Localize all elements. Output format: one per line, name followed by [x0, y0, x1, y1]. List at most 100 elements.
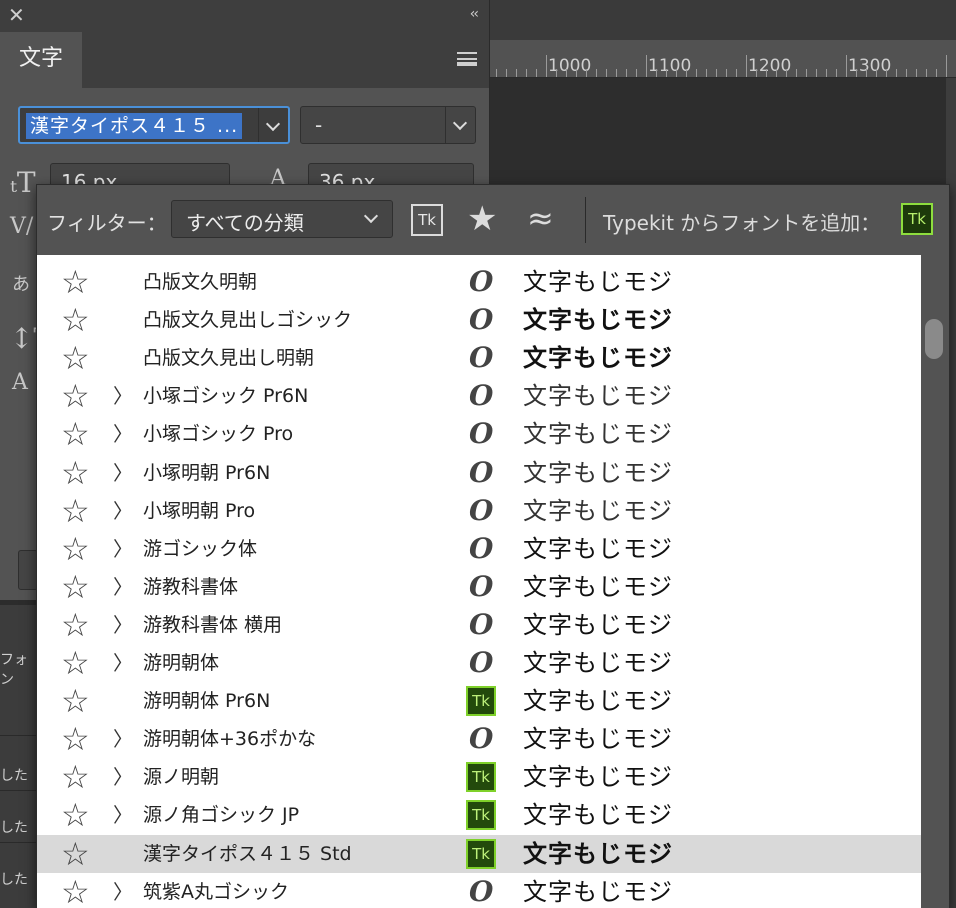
font-sample-text: 文字もじモジ: [523, 763, 673, 792]
favorite-star-icon[interactable]: ☆: [61, 682, 90, 720]
collapse-icon[interactable]: ‹‹: [470, 6, 479, 22]
classification-select[interactable]: すべての分類: [171, 200, 393, 238]
expand-chevron-icon[interactable]: 〉: [113, 568, 133, 606]
filter-label: フィルター：: [47, 211, 167, 235]
font-row[interactable]: ☆ 凸版文久見出しゴシック O 文字もじモジ: [37, 301, 921, 339]
font-row[interactable]: ☆ 〉小塚明朝 Pro O 文字もじモジ: [37, 492, 921, 530]
favorite-star-icon[interactable]: ☆: [61, 530, 90, 568]
font-sample-text: 文字もじモジ: [523, 725, 673, 754]
expand-chevron-icon[interactable]: 〉: [113, 644, 133, 682]
font-list: ☆ 凸版文久明朝 O 文字もじモジ ☆ 凸版文久見出しゴシック O 文字もじモジ ☆ 凸版文久見出…: [37, 255, 921, 908]
favorite-star-icon[interactable]: ☆: [61, 720, 90, 758]
expand-chevron-icon[interactable]: 〉: [113, 377, 133, 415]
lower-label: した: [0, 820, 28, 836]
font-row[interactable]: ☆ 〉源ノ明朝 Tk 文字もじモジ: [37, 758, 921, 796]
add-typekit-button[interactable]: Tk: [901, 203, 933, 235]
lower-panel: フォン した した した: [0, 605, 40, 908]
favorite-star-icon[interactable]: ☆: [61, 415, 90, 453]
font-family-select[interactable]: 漢字タイポス４１５ ...: [18, 106, 290, 144]
font-name: 小塚ゴシック Pro: [143, 423, 294, 446]
close-icon[interactable]: ✕: [8, 4, 25, 26]
font-row[interactable]: ☆ 〉游教科書体 O 文字もじモジ: [37, 568, 921, 606]
font-row[interactable]: ☆ 〉游明朝体 O 文字もじモジ: [37, 644, 921, 682]
favorite-star-icon[interactable]: ☆: [61, 339, 90, 377]
favorite-star-icon[interactable]: ☆: [61, 492, 90, 530]
favorite-star-icon[interactable]: ☆: [61, 568, 90, 606]
expand-chevron-icon[interactable]: 〉: [113, 492, 133, 530]
ruler-tick: [896, 69, 897, 77]
font-row[interactable]: ☆ 凸版文久明朝 O 文字もじモジ: [37, 263, 921, 301]
panel-menu-icon[interactable]: [457, 52, 477, 66]
favorite-star-icon[interactable]: ☆: [61, 377, 90, 415]
font-row[interactable]: ☆ 〉小塚ゴシック Pro O 文字もじモジ: [37, 415, 921, 453]
baseline-icon: A: [12, 370, 28, 395]
ruler-label: 1100: [648, 56, 692, 76]
typekit-filter-button[interactable]: Tk: [411, 204, 443, 236]
ruler-tick: [656, 69, 657, 77]
font-name: 游明朝体+36ポかな: [143, 728, 317, 751]
expand-chevron-icon[interactable]: 〉: [113, 720, 133, 758]
font-name: 凸版文久明朝: [143, 271, 258, 293]
opentype-icon: O: [469, 493, 494, 527]
ruler-tick: [596, 69, 597, 77]
divider: [585, 197, 586, 243]
font-row[interactable]: ☆ 漢字タイポス４１５ Std Tk 文字もじモジ: [37, 834, 921, 873]
font-family-dropdown-button[interactable]: [258, 108, 288, 142]
font-sample-text: 文字もじモジ: [523, 877, 673, 906]
font-row[interactable]: ☆ 〉游明朝体+36ポかな O 文字もじモジ: [37, 720, 921, 758]
font-name: 源ノ角ゴシック JP: [143, 804, 300, 827]
font-row[interactable]: ☆ 〉源ノ角ゴシック JP Tk 文字もじモジ: [37, 796, 921, 834]
ruler-tick: [946, 55, 947, 77]
panel-tabbar: 文字: [0, 32, 489, 88]
font-row[interactable]: ☆ 〉游教科書体 横用 O 文字もじモジ: [37, 606, 921, 644]
favorite-star-icon[interactable]: ☆: [61, 263, 90, 301]
ruler-tick: [816, 69, 817, 77]
font-name: 凸版文久見出し明朝: [143, 347, 315, 370]
font-sample-text: 文字もじモジ: [523, 649, 673, 677]
opentype-icon: O: [469, 303, 494, 337]
chevron-down-icon: [363, 208, 379, 224]
scrollbar-thumb[interactable]: [925, 319, 943, 359]
favorites-filter-star-icon[interactable]: ★: [467, 200, 497, 238]
font-row[interactable]: ☆ 〉小塚明朝 Pr6N O 文字もじモジ: [37, 454, 921, 492]
favorite-star-icon[interactable]: ☆: [61, 873, 90, 908]
favorite-star-icon[interactable]: ☆: [61, 758, 90, 796]
font-style-select[interactable]: -: [300, 106, 476, 144]
favorite-star-icon[interactable]: ☆: [61, 606, 90, 644]
font-family-value[interactable]: 漢字タイポス４１５ ...: [26, 113, 243, 139]
similar-fonts-icon[interactable]: ≈: [527, 199, 554, 237]
scrollbar[interactable]: [921, 255, 949, 908]
kerning-icon: V/: [10, 214, 34, 239]
font-name: 游教科書体: [143, 575, 239, 598]
favorite-star-icon[interactable]: ☆: [61, 835, 90, 873]
font-name: 凸版文久見出しゴシック: [143, 309, 353, 332]
ruler-tick: [796, 69, 797, 77]
font-style-dropdown-button[interactable]: [445, 107, 475, 143]
font-row[interactable]: ☆ 〉游ゴシック体 O 文字もじモジ: [37, 530, 921, 568]
ruler-tick: [756, 69, 757, 77]
lower-label: した: [0, 768, 28, 784]
opentype-icon: O: [469, 569, 494, 603]
typekit-badge-icon: Tk: [466, 762, 496, 793]
favorite-star-icon[interactable]: ☆: [61, 454, 90, 492]
font-row[interactable]: ☆ 凸版文久見出し明朝 O 文字もじモジ: [37, 339, 921, 377]
tab-character[interactable]: 文字: [0, 32, 82, 88]
divider: [0, 790, 40, 791]
expand-chevron-icon[interactable]: 〉: [113, 606, 133, 644]
expand-chevron-icon[interactable]: 〉: [113, 530, 133, 568]
font-row[interactable]: ☆ 〉小塚ゴシック Pr6N O 文字もじモジ: [37, 377, 921, 415]
favorite-star-icon[interactable]: ☆: [61, 644, 90, 682]
expand-chevron-icon[interactable]: 〉: [113, 415, 133, 453]
ruler-tick: [776, 69, 777, 77]
font-row[interactable]: ☆ 游明朝体 Pr6N Tk 文字もじモジ: [37, 682, 921, 720]
expand-chevron-icon[interactable]: 〉: [113, 758, 133, 796]
font-row[interactable]: ☆ 〉筑紫A丸ゴシック O 文字もじモジ: [37, 873, 921, 908]
expand-chevron-icon[interactable]: 〉: [113, 873, 133, 908]
favorite-star-icon[interactable]: ☆: [61, 796, 90, 834]
ruler-tick: [736, 69, 737, 77]
ruler-tick: [746, 55, 747, 77]
favorite-star-icon[interactable]: ☆: [61, 301, 90, 339]
expand-chevron-icon[interactable]: 〉: [113, 454, 133, 492]
expand-chevron-icon[interactable]: 〉: [113, 796, 133, 834]
lower-field-stub[interactable]: [18, 550, 38, 590]
